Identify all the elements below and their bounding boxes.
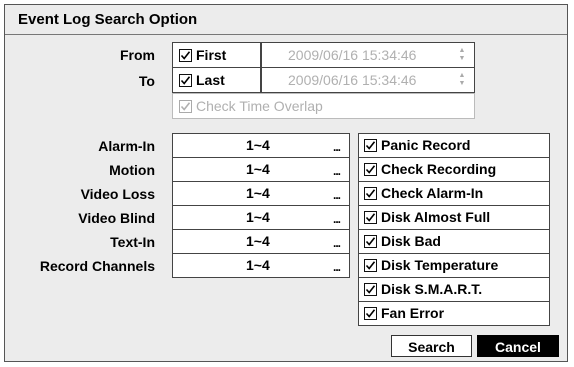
channel-value: 1~4 [246, 137, 270, 153]
channel-label-video-blind: Video Blind [78, 210, 155, 226]
system-event-check-alarm-in[interactable]: Check Alarm-In [358, 181, 550, 206]
system-event-disk-almost-full[interactable]: Disk Almost Full [358, 205, 550, 230]
checkmark-icon [365, 165, 376, 174]
ellipsis-icon[interactable]: ... [333, 164, 341, 178]
last-checkbox-field[interactable]: Last [172, 67, 261, 93]
to-label: To [138, 73, 155, 89]
system-event-fan-error[interactable]: Fan Error [358, 301, 550, 326]
channel-select-video-blind[interactable]: 1~4 ... [172, 205, 350, 230]
system-event-check-recording[interactable]: Check Recording [358, 157, 550, 182]
system-event-disk-bad[interactable]: Disk Bad [358, 229, 550, 254]
cancel-button[interactable]: Cancel [477, 335, 559, 357]
system-event-label: Disk S.M.A.R.T. [381, 281, 483, 297]
system-event-label: Check Recording [381, 161, 497, 177]
channel-value: 1~4 [246, 257, 270, 273]
from-datetime-value: 2009/06/16 15:34:46 [288, 47, 417, 63]
system-event-checkbox[interactable] [364, 283, 377, 296]
first-checkbox-field[interactable]: First [172, 42, 261, 68]
channel-select-video-loss[interactable]: 1~4 ... [172, 181, 350, 206]
channel-label-motion: Motion [109, 162, 155, 178]
system-event-disk-smart[interactable]: Disk S.M.A.R.T. [358, 277, 550, 302]
system-event-checkbox[interactable] [364, 307, 377, 320]
channel-label-video-loss: Video Loss [80, 186, 155, 202]
system-event-label: Panic Record [381, 137, 471, 153]
system-event-panic-record[interactable]: Panic Record [358, 133, 550, 158]
system-event-checkbox[interactable] [364, 187, 377, 200]
from-label: From [120, 47, 155, 63]
spinner-arrows-icon[interactable]: ▲ ▼ [458, 47, 466, 63]
channel-select-alarm-in[interactable]: 1~4 ... [172, 133, 350, 158]
check-time-overlap-label: Check Time Overlap [196, 98, 323, 114]
checkmark-icon [365, 237, 376, 246]
first-label: First [196, 47, 227, 63]
checkmark-icon [180, 102, 191, 111]
checkmark-icon [365, 285, 376, 294]
checkmark-icon [365, 261, 376, 270]
system-event-checkbox[interactable] [364, 163, 377, 176]
channel-value: 1~4 [246, 185, 270, 201]
system-event-checkbox[interactable] [364, 211, 377, 224]
channel-value: 1~4 [246, 161, 270, 177]
checkmark-icon [180, 51, 191, 60]
first-checkbox[interactable] [179, 49, 192, 62]
search-button[interactable]: Search [391, 335, 472, 357]
system-event-checkbox[interactable] [364, 235, 377, 248]
checkmark-icon [180, 76, 191, 85]
last-label: Last [196, 72, 225, 88]
system-event-checkbox[interactable] [364, 139, 377, 152]
checkmark-icon [365, 309, 376, 318]
to-datetime-value: 2009/06/16 15:34:46 [288, 72, 417, 88]
system-event-label: Fan Error [381, 305, 445, 321]
channel-label-record-channels: Record Channels [39, 258, 155, 274]
dialog-title: Event Log Search Option [5, 5, 567, 35]
event-log-search-dialog: Event Log Search Option From First 2009/… [4, 4, 568, 362]
ellipsis-icon[interactable]: ... [333, 188, 341, 202]
checkmark-icon [365, 141, 376, 150]
checkmark-icon [365, 213, 376, 222]
to-datetime-field[interactable]: 2009/06/16 15:34:46 ▲ ▼ [261, 67, 475, 93]
ellipsis-icon[interactable]: ... [333, 140, 341, 154]
channel-select-motion[interactable]: 1~4 ... [172, 157, 350, 182]
checkmark-icon [365, 189, 376, 198]
channel-value: 1~4 [246, 209, 270, 225]
system-event-label: Disk Bad [381, 233, 441, 249]
channel-label-alarm-in: Alarm-In [98, 138, 155, 154]
system-event-label: Disk Almost Full [381, 209, 491, 225]
ellipsis-icon[interactable]: ... [333, 260, 341, 274]
system-event-label: Disk Temperature [381, 257, 499, 273]
system-event-checkbox[interactable] [364, 259, 377, 272]
system-event-label: Check Alarm-In [381, 185, 484, 201]
channel-select-text-in[interactable]: 1~4 ... [172, 229, 350, 254]
channel-value: 1~4 [246, 233, 270, 249]
system-event-disk-temperature[interactable]: Disk Temperature [358, 253, 550, 278]
spinner-arrows-icon[interactable]: ▲ ▼ [458, 72, 466, 88]
channel-label-text-in: Text-In [110, 234, 155, 250]
ellipsis-icon[interactable]: ... [333, 236, 341, 250]
last-checkbox[interactable] [179, 74, 192, 87]
from-datetime-field[interactable]: 2009/06/16 15:34:46 ▲ ▼ [261, 42, 475, 68]
check-time-overlap-field[interactable]: Check Time Overlap [172, 93, 475, 119]
channel-select-record-channels[interactable]: 1~4 ... [172, 253, 350, 278]
check-time-overlap-checkbox[interactable] [179, 100, 192, 113]
ellipsis-icon[interactable]: ... [333, 212, 341, 226]
